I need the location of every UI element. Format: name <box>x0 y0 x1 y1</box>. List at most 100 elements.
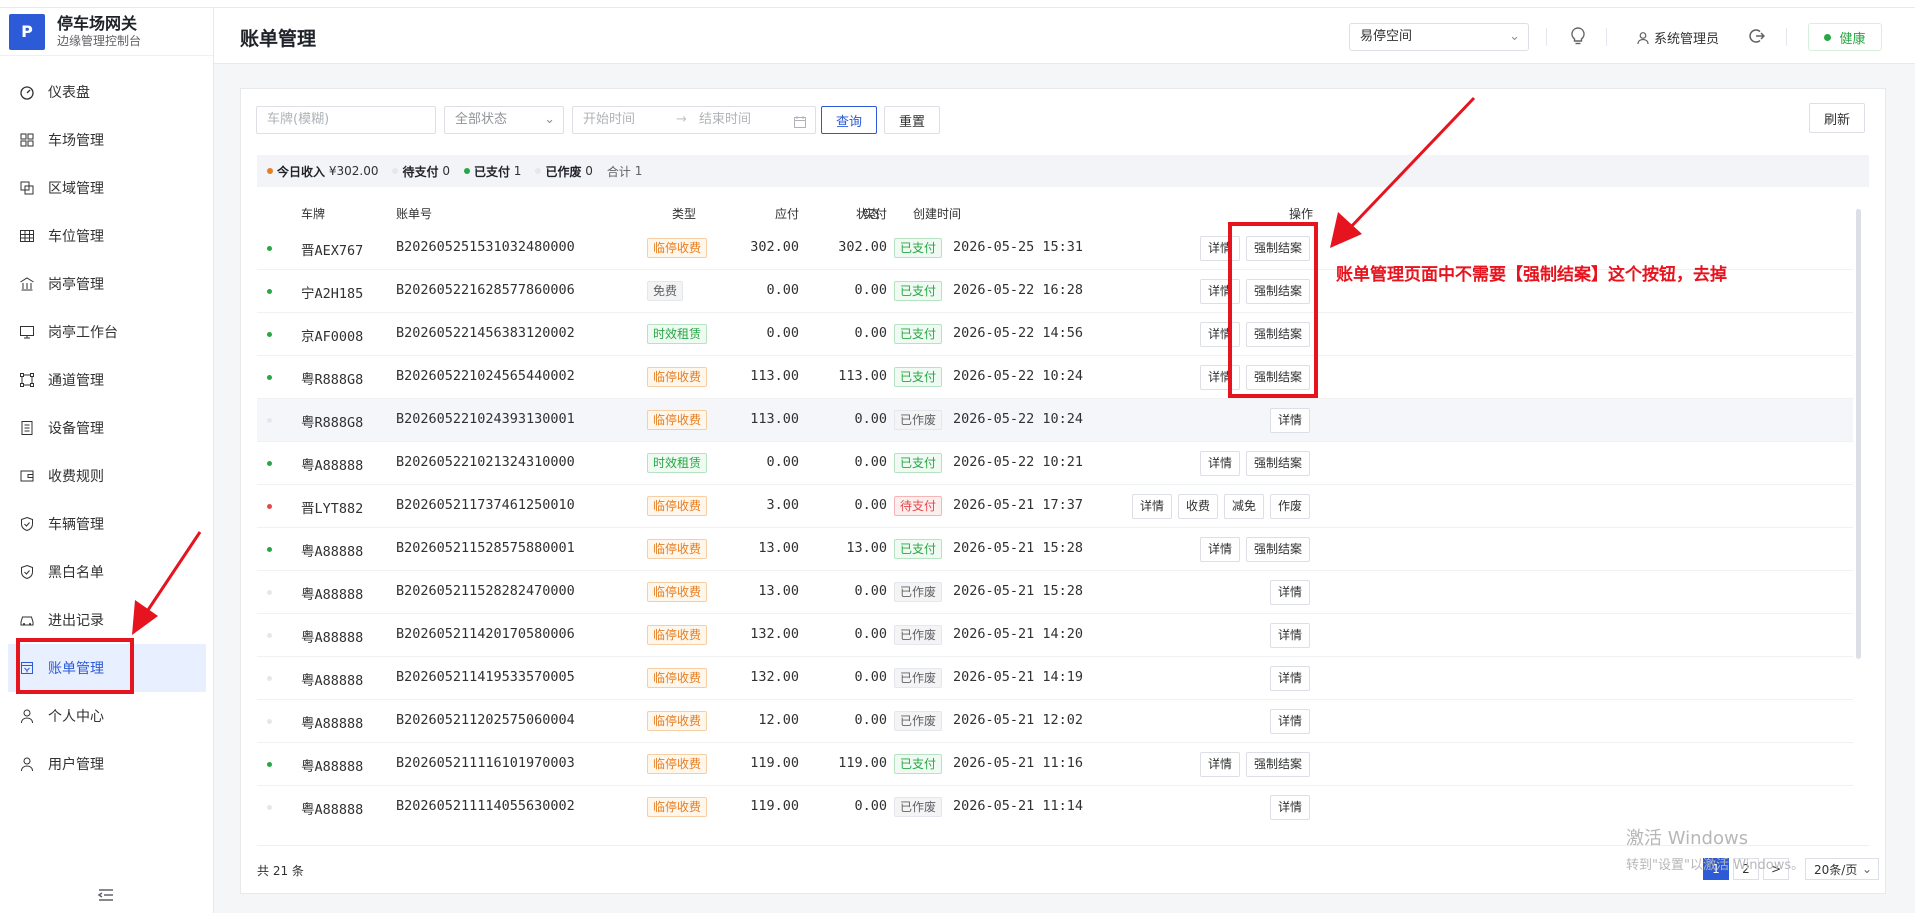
created-time-cell: 2026-05-22 10:24 <box>953 411 1084 427</box>
sidebar-item[interactable]: 车场管理 <box>0 116 213 164</box>
detail-button[interactable]: 详情 <box>1269 709 1310 734</box>
user-menu[interactable]: 系统管理员 <box>1636 28 1719 47</box>
sidebar-item[interactable]: 用户管理 <box>0 740 213 788</box>
created-time-cell: 2026-05-22 14:56 <box>953 325 1084 341</box>
window-top-strip <box>0 0 1915 8</box>
space-select[interactable]: 易停空间 ⌄ <box>1349 23 1529 51</box>
bill-no-cell: B202605251531032480000 <box>396 239 575 255</box>
sidebar-item[interactable]: 设备管理 <box>0 404 213 452</box>
table-row[interactable]: 粤A88888 B202605211114055630002 临停收费 119.00 0… <box>257 786 1853 827</box>
table-scrollbar[interactable] <box>1855 201 1863 831</box>
table-row[interactable]: 粤A88888 B202605211202575060004 临停收费 12.00 0.… <box>257 700 1853 743</box>
sidebar-item[interactable]: 岗亭管理 <box>0 260 213 308</box>
paid-dot <box>463 168 470 174</box>
detail-button[interactable]: 详情 <box>1269 408 1310 433</box>
force-close-button[interactable]: 强制结案 <box>1245 451 1310 476</box>
force-close-button[interactable]: 强制结案 <box>1245 752 1310 777</box>
row-actions: 详情 <box>1264 795 1310 820</box>
detail-button[interactable]: 详情 <box>1269 795 1310 820</box>
discount-button[interactable]: 减免 <box>1223 494 1264 519</box>
date-range-picker[interactable]: 开始时间 → 结束时间 <box>572 106 816 134</box>
bill-no-cell: B202605221021324310000 <box>396 454 575 470</box>
plate-search-input[interactable]: 车牌(模糊) <box>256 106 436 134</box>
search-button[interactable]: 查询 <box>821 106 877 134</box>
detail-button[interactable]: 详情 <box>1269 666 1310 691</box>
bill-no-cell: B202605221628577860006 <box>396 282 575 298</box>
status-select[interactable]: 全部状态 ⌄ <box>444 106 564 134</box>
page-size-select[interactable]: 20条/页 ⌄ <box>1805 858 1879 880</box>
reset-button[interactable]: 重置 <box>884 106 940 134</box>
health-label: 健康 <box>1839 31 1866 47</box>
refresh-button[interactable]: 刷新 <box>1809 103 1865 133</box>
table-row[interactable]: 京AF0008 B202605221456383120002 时效租赁 0.00 0.0… <box>257 313 1853 356</box>
sidebar-item[interactable]: 区域管理 <box>0 164 213 212</box>
sidebar-item-label: 通道管理 <box>48 373 104 389</box>
type-tag: 临停收费 <box>647 582 708 602</box>
monitor-icon <box>18 323 36 341</box>
due-cell: 132.00 <box>750 626 799 642</box>
sidebar-item[interactable]: 通道管理 <box>0 356 213 404</box>
detail-button[interactable]: 详情 <box>1199 752 1240 777</box>
void-button[interactable]: 作废 <box>1269 494 1310 519</box>
type-tag: 时效租赁 <box>647 324 708 344</box>
user-icon <box>18 707 36 725</box>
table-row[interactable]: 粤A88888 B202605221021324310000 时效租赁 0.00 0.0… <box>257 442 1853 485</box>
paid-cell: 0.00 <box>854 282 887 298</box>
row-actions: 详情 <box>1264 408 1310 433</box>
table-row[interactable]: 粤A88888 B202605211420170580006 临停收费 132.00 0… <box>257 614 1853 657</box>
unpaid-dot <box>392 168 399 174</box>
status-dot <box>267 375 272 380</box>
sidebar-item[interactable]: 车位管理 <box>0 212 213 260</box>
row-actions: 详情 收费 减免 作废 <box>1126 494 1310 519</box>
column-header: 操作 <box>1289 207 1314 221</box>
type-tag: 临停收费 <box>647 410 708 430</box>
table-row[interactable]: 粤A88888 B202605211419533570005 临停收费 132.00 0… <box>257 657 1853 700</box>
detail-button[interactable]: 详情 <box>1131 494 1172 519</box>
sidebar-item[interactable]: 车辆管理 <box>0 500 213 548</box>
charge-button[interactable]: 收费 <box>1177 494 1218 519</box>
table-row[interactable]: 粤R888G8 B202605221024393130001 临停收费 113.00 0… <box>257 399 1853 442</box>
app-root: P 停车场网关 边缘管理控制台 仪表盘 车场管理 区域管理 车位管理 岗亭管理 岗亭工作台… <box>0 0 1915 913</box>
table-row[interactable]: 粤R888G8 B202605221024565440002 临停收费 113.00 1… <box>257 356 1853 399</box>
status-dot <box>267 719 272 724</box>
sidebar-item[interactable]: 黑白名单 <box>0 548 213 596</box>
logout-icon[interactable] <box>1747 26 1766 50</box>
detail-button[interactable]: 详情 <box>1199 451 1240 476</box>
detail-button[interactable]: 详情 <box>1269 623 1310 648</box>
table-row[interactable]: 晋LYT882 B202605211737461250010 临停收费 3.00 0.0… <box>257 485 1853 528</box>
sidebar-item-label: 车位管理 <box>48 229 104 245</box>
bulb-icon[interactable] <box>1569 26 1587 50</box>
sidebar-item[interactable]: 岗亭工作台 <box>0 308 213 356</box>
unpaid-value: 0 <box>442 164 450 178</box>
bill-no-cell: B202605211420170580006 <box>396 626 575 642</box>
paid-cell: 0.00 <box>854 454 887 470</box>
column-header: 应付 <box>774 207 799 221</box>
scrollbar-thumb[interactable] <box>1856 209 1861 659</box>
end-time-placeholder: 结束时间 <box>699 112 752 127</box>
row-actions: 详情 强制结案 <box>1194 451 1310 476</box>
range-arrow-icon: → <box>676 112 687 127</box>
detail-button[interactable]: 详情 <box>1199 537 1240 562</box>
table-row[interactable]: 粤A88888 B202605211528282470000 临停收费 13.00 0.… <box>257 571 1853 614</box>
force-close-button[interactable]: 强制结案 <box>1245 537 1310 562</box>
sidebar-item-label: 设备管理 <box>48 421 104 437</box>
brand-subtitle: 边缘管理控制台 <box>57 33 142 48</box>
created-time-cell: 2026-05-21 11:14 <box>953 798 1084 814</box>
sidebar-item[interactable]: 个人中心 <box>0 692 213 740</box>
plate-cell: 晋AEX767 <box>301 243 364 259</box>
table-row[interactable]: 粤A88888 B202605211116101970003 临停收费 119.00 1… <box>257 743 1853 786</box>
sidebar-item[interactable]: 收费规则 <box>0 452 213 500</box>
type-tag: 临停收费 <box>647 496 708 516</box>
table-row[interactable]: 粤A88888 B202605211528575880001 临停收费 13.00 13… <box>257 528 1853 571</box>
sidebar-item[interactable]: 进出记录 <box>0 596 213 644</box>
paid-cell: 13.00 <box>846 540 887 556</box>
status-tag: 已支付 <box>894 324 943 344</box>
header-divider <box>1546 28 1547 46</box>
created-time-cell: 2026-05-21 14:19 <box>953 669 1084 685</box>
collapse-menu-icon[interactable] <box>96 885 116 905</box>
users-icon <box>18 755 36 773</box>
header-divider <box>1786 28 1787 46</box>
sidebar-item[interactable]: 仪表盘 <box>0 68 213 116</box>
detail-button[interactable]: 详情 <box>1269 580 1310 605</box>
column-header: 状态 <box>856 207 881 221</box>
